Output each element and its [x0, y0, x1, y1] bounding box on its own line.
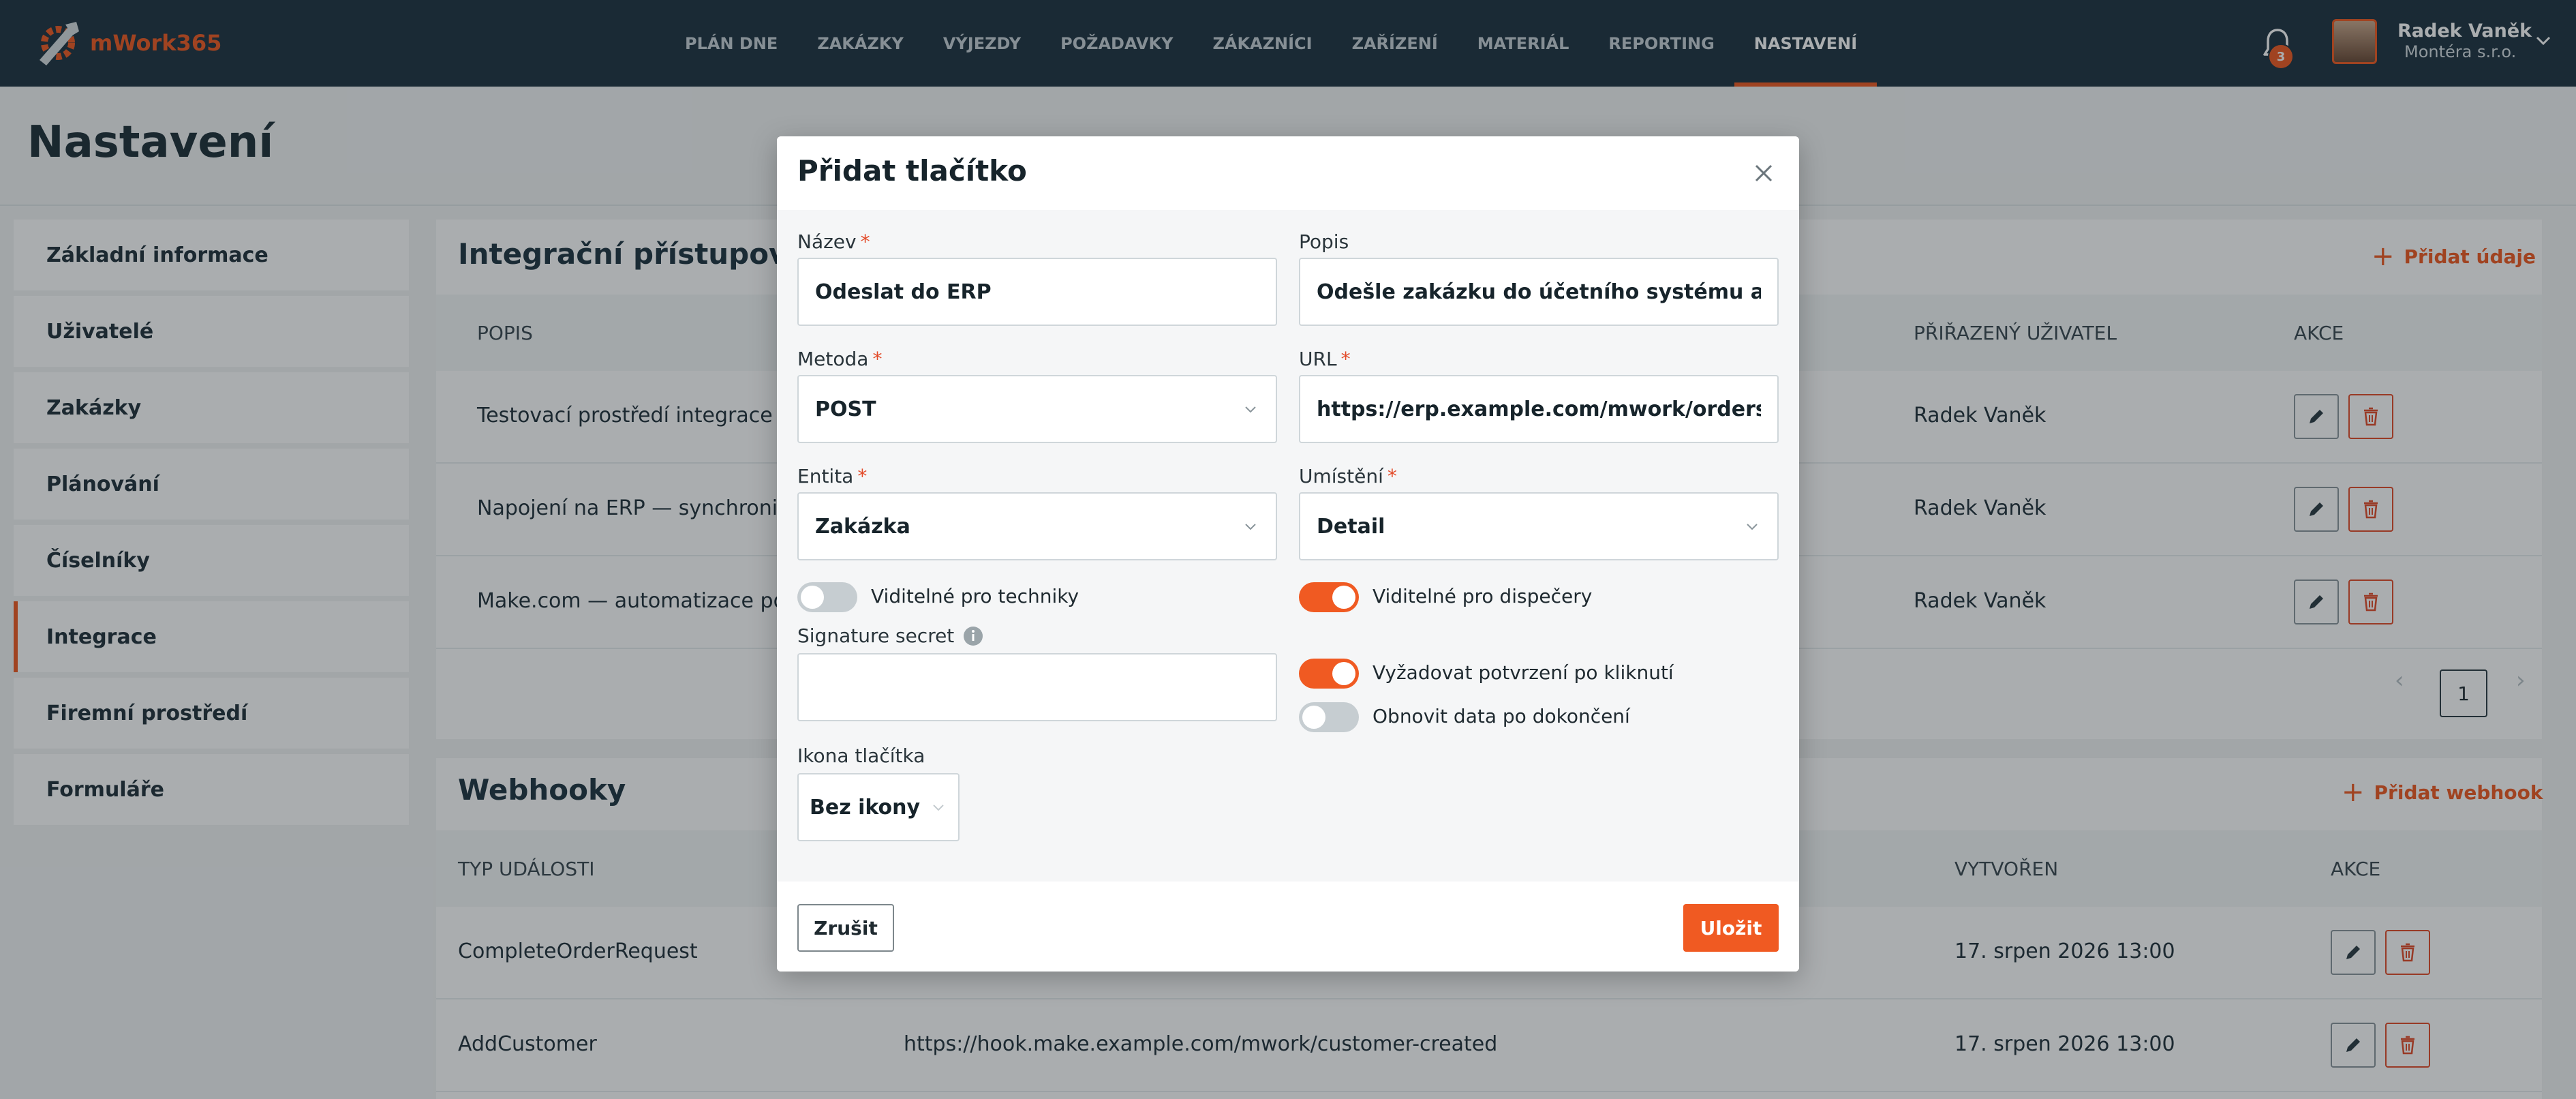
toggle-require-confirmation[interactable]: [1299, 659, 1359, 689]
name-label-text: Název: [797, 230, 857, 253]
chevron-down-icon: [933, 804, 944, 811]
chevron-down-icon: [1245, 406, 1256, 413]
toggle-knob: [1332, 586, 1355, 609]
entity-label-text: Entita: [797, 465, 854, 487]
url-label-text: URL: [1299, 348, 1337, 370]
method-label-text: Metoda: [797, 348, 869, 370]
required-mark: *: [872, 348, 883, 370]
name-input-value: Odeslat do ERP: [815, 280, 992, 304]
placement-select[interactable]: Detail: [1299, 492, 1779, 560]
url-input[interactable]: https://erp.example.com/mwork/orders/{id…: [1299, 375, 1779, 443]
icon-select-value: Bez ikony: [810, 795, 921, 819]
description-input[interactable]: Odešle zakázku do účetního systému a vrá…: [1299, 258, 1779, 326]
toggle-refresh-data-label: Obnovit data po dokončení: [1373, 705, 1630, 727]
icon-label-text: Ikona tlačítka: [797, 744, 925, 767]
placement-label: Umístění *: [1299, 465, 1397, 487]
toggle-visible-technicians[interactable]: [797, 582, 857, 612]
save-button[interactable]: Uložit: [1683, 904, 1779, 952]
description-input-value: Odešle zakázku do účetního systému a vrá…: [1317, 280, 1761, 304]
url-input-value: https://erp.example.com/mwork/orders/{id…: [1317, 397, 1761, 421]
chevron-down-icon: [1245, 524, 1256, 530]
dialog-title: Přidat tlačítko: [797, 154, 1027, 187]
required-mark: *: [1387, 465, 1397, 487]
icon-label: Ikona tlačítka: [797, 744, 925, 767]
toggle-visible-dispatchers-label: Viditelné pro dispečery: [1373, 585, 1593, 607]
description-label: Popis: [1299, 230, 1349, 253]
toggle-knob: [1332, 662, 1355, 685]
name-input[interactable]: Odeslat do ERP: [797, 258, 1277, 326]
signature-label-text: Signature secret: [797, 624, 955, 647]
placement-label-text: Umístění: [1299, 465, 1383, 487]
dialog-footer: [777, 882, 1799, 972]
method-label: Metoda *: [797, 348, 882, 370]
required-mark: *: [857, 465, 868, 487]
toggle-require-confirmation-label: Vyžadovat potvrzení po kliknutí: [1373, 661, 1674, 684]
method-select-value: POST: [815, 397, 876, 421]
icon-select[interactable]: Bez ikony: [797, 773, 960, 841]
toggle-refresh-data[interactable]: [1299, 702, 1359, 732]
toggle-visible-dispatchers[interactable]: [1299, 582, 1359, 612]
toggle-knob: [1302, 706, 1325, 729]
required-mark: *: [1340, 348, 1351, 370]
dialog-header: Přidat tlačítko: [777, 136, 1799, 210]
url-label: URL *: [1299, 348, 1351, 370]
toggle-knob: [801, 586, 824, 609]
entity-select[interactable]: Zakázka: [797, 492, 1277, 560]
placement-select-value: Detail: [1317, 514, 1385, 539]
signature-secret-input[interactable]: [797, 653, 1277, 721]
description-label-text: Popis: [1299, 230, 1349, 253]
entity-select-value: Zakázka: [815, 514, 910, 539]
signature-label: Signature secret: [797, 624, 984, 647]
entity-label: Entita *: [797, 465, 867, 487]
method-select[interactable]: POST: [797, 375, 1277, 443]
name-label: Název *: [797, 230, 870, 253]
chevron-down-icon: [1747, 524, 1758, 530]
required-mark: *: [860, 230, 870, 253]
info-icon[interactable]: [962, 625, 984, 647]
toggle-visible-technicians-label: Viditelné pro techniky: [871, 585, 1079, 607]
cancel-button[interactable]: Zrušit: [797, 904, 894, 952]
close-icon[interactable]: [1749, 158, 1779, 188]
add-button-dialog: Přidat tlačítko Název * Odeslat do ERP Po…: [777, 136, 1799, 972]
